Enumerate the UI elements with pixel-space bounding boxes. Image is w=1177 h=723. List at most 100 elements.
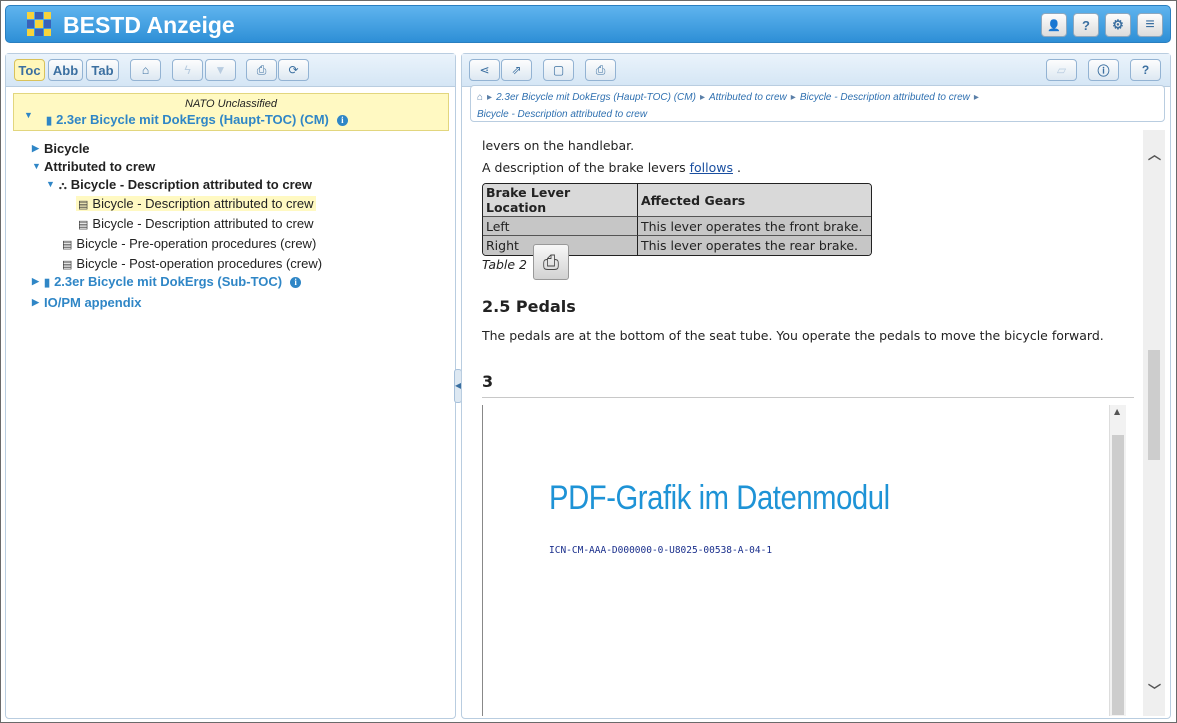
tree-item-desc-2[interactable]: ▤ Bicycle - Description attributed to cre… [78,216,314,231]
print-button[interactable]: ⎙ [585,59,616,81]
tree-label: Bicycle - Description attributed to crew [92,196,314,211]
tree-item-desc-group[interactable]: ▼ ⛬ Bicycle - Description attributed to c… [46,177,312,193]
gear-icon: ⚙ [1112,17,1124,32]
info-icon[interactable]: i [290,277,302,288]
tree-label: Bicycle - Description attributed to crew [70,177,312,192]
breadcrumb-item[interactable]: 2.3er Bicycle mit DokErgs (Haupt-TOC) (C… [496,92,696,103]
tree-label: Bicycle [44,141,90,156]
document-icon: ▤ [62,259,73,271]
breadcrumb: ⌂ ▸ 2.3er Bicycle mit DokErgs (Haupt-TOC) … [470,85,1165,122]
external-link-button[interactable]: ⇗ [501,59,532,81]
caret-right-icon: ▶ [32,276,39,286]
print-icon: ⎙ [256,62,267,77]
table-caption: Table 2 [482,257,528,272]
caret-down-icon[interactable]: ▼ [24,110,33,120]
content-toolbar: ⋖ ⇗ ▢ ⎙ ▱ ⓘ ? [462,54,1170,87]
paragraph: A description of the brake levers follow… [482,160,741,175]
tree-label: Bicycle - Pre-operation procedures (crew… [76,236,317,251]
pdf-graphic-frame[interactable]: PDF-Grafik im Datenmodul ICN-CM-AAA-D000… [482,405,1134,716]
document-icon: ▤ [78,199,89,211]
print-table-icon[interactable]: ⎙ [533,244,569,280]
table-cell: This lever operates the rear brake. [638,236,871,255]
home-icon[interactable]: ⌂ [477,92,483,103]
toc-panel: Toc Abb Tab ⌂ ϟ ▼ ⎙ ⟳ NATO Unclassified … [5,53,456,719]
breadcrumb-item-current[interactable]: Bicycle - Description attributed to crew [477,109,647,120]
info-button[interactable]: ⓘ [1088,59,1119,81]
icn-label: ICN-CM-AAA-D000000-0-U8025-00538-A-04-1 [549,545,773,556]
tab-abb[interactable]: Abb [48,59,83,81]
follows-link[interactable]: follows [690,160,733,175]
table-header: Affected Gears [638,184,871,217]
tree-item-subtoc[interactable]: ▶ ▮ 2.3er Bicycle mit DokErgs (Sub-TOC) i [32,274,302,289]
content-scrollbar[interactable]: ︿ ﹀ [1143,130,1165,716]
section-heading: 2.5 Pedals [482,297,576,316]
text: A description of the brake levers [482,160,686,175]
breadcrumb-item[interactable]: Attributed to crew [709,92,787,103]
tree-item-attributed[interactable]: ▼ Attributed to crew [32,159,155,174]
tree-item-postop[interactable]: ▤ Bicycle - Post-operation procedures (cr… [62,256,322,271]
tree-label: 2.3er Bicycle mit DokErgs (Sub-TOC) [54,274,283,289]
book-icon: ▮ [46,115,53,127]
settings-button[interactable]: ⚙ [1105,13,1131,37]
content-panel: ⋖ ⇗ ▢ ⎙ ▱ ⓘ ? ⌂ ▸ 2.3er Bicycle mit DokErg… [461,53,1171,719]
tree-item-preop[interactable]: ▤ Bicycle - Pre-operation procedures (cre… [62,236,316,251]
help-icon: ? [1141,63,1150,77]
help-button[interactable]: ? [1073,13,1099,37]
classification-label: NATO Unclassified [185,98,277,110]
flash-button[interactable]: ϟ [172,59,203,81]
tree-item-bicycle[interactable]: ▶ Bicycle [32,141,90,156]
refresh-button[interactable]: ⟳ [278,59,309,81]
sitemap-icon: ⛬ [59,180,67,192]
print-button[interactable]: ⎙ [246,59,277,81]
tree-item-desc-1-selected[interactable]: ▤ Bicycle - Description attributed to cre… [76,196,316,211]
share-button[interactable]: ⋖ [469,59,500,81]
user-icon: 👤 [1047,19,1061,32]
app-title: BESTD Anzeige [63,12,235,38]
root-title-text: 2.3er Bicycle mit DokErgs (Haupt-TOC) (C… [56,112,329,127]
tree-label: IO/PM appendix [44,295,142,310]
caret-down-icon: ▼ [46,179,55,189]
chevron-down-icon[interactable]: ﹀ [1148,680,1161,699]
scroll-up-icon[interactable]: ▲ [1114,407,1120,416]
user-button[interactable]: 👤 [1041,13,1067,37]
bolt-icon: ϟ [184,63,191,77]
app-logo-icon [27,12,51,36]
tree-item-iopm[interactable]: ▶ IO/PM appendix [32,295,142,310]
filter-button[interactable]: ▼ [205,59,236,81]
section-heading: 3 [482,372,494,391]
content-scrollbar-thumb[interactable] [1148,350,1160,460]
pdf-scrollbar-thumb[interactable] [1112,435,1124,715]
publication-banner[interactable]: NATO Unclassified ▼ ▮ 2.3er Bicycle mit D… [13,93,449,131]
table-header: Brake Lever Location [483,184,638,217]
help-button[interactable]: ? [1130,59,1161,81]
paragraph: The pedals are at the bottom of the seat… [482,328,1104,343]
home-icon: ⌂ [141,63,150,77]
app-header: BESTD Anzeige 👤 ? ⚙ ≡ [5,5,1171,43]
home-button[interactable]: ⌂ [130,59,161,81]
chevron-up-icon[interactable]: ︿ [1148,144,1161,163]
app-window: BESTD Anzeige 👤 ? ⚙ ≡ Toc Abb Tab ⌂ ϟ ▼ … [0,0,1177,723]
tab-tab[interactable]: Tab [86,59,119,81]
info-icon[interactable]: i [336,115,348,126]
print-icon: ⎙ [595,62,606,77]
info-icon: ⓘ [1097,63,1110,78]
pdf-title: PDF-Grafik im Datenmodul [549,479,890,517]
text: . [736,160,741,175]
refresh-icon: ⟳ [288,63,299,77]
eraser-icon: ▱ [1056,63,1067,77]
share-icon: ⋖ [479,63,490,77]
caret-right-icon: ▶ [32,297,39,307]
menu-button[interactable]: ≡ [1137,13,1163,37]
note-button[interactable]: ▢ [543,59,574,81]
toc-toolbar: Toc Abb Tab ⌂ ϟ ▼ ⎙ ⟳ [6,54,455,87]
root-title[interactable]: ▮ 2.3er Bicycle mit DokErgs (Haupt-TOC) (… [46,112,348,127]
document-content: levers on the handlebar. A description o… [470,130,1142,716]
menu-icon: ≡ [1145,16,1155,33]
pdf-scrollbar[interactable]: ▲ [1109,405,1126,716]
tree-label: Bicycle - Description attributed to crew [92,216,314,231]
eraser-button[interactable]: ▱ [1046,59,1077,81]
document-icon: ▤ [62,239,73,251]
breadcrumb-item[interactable]: Bicycle - Description attributed to crew [800,92,970,103]
tab-toc[interactable]: Toc [14,59,45,81]
caret-down-icon: ▼ [32,161,41,171]
